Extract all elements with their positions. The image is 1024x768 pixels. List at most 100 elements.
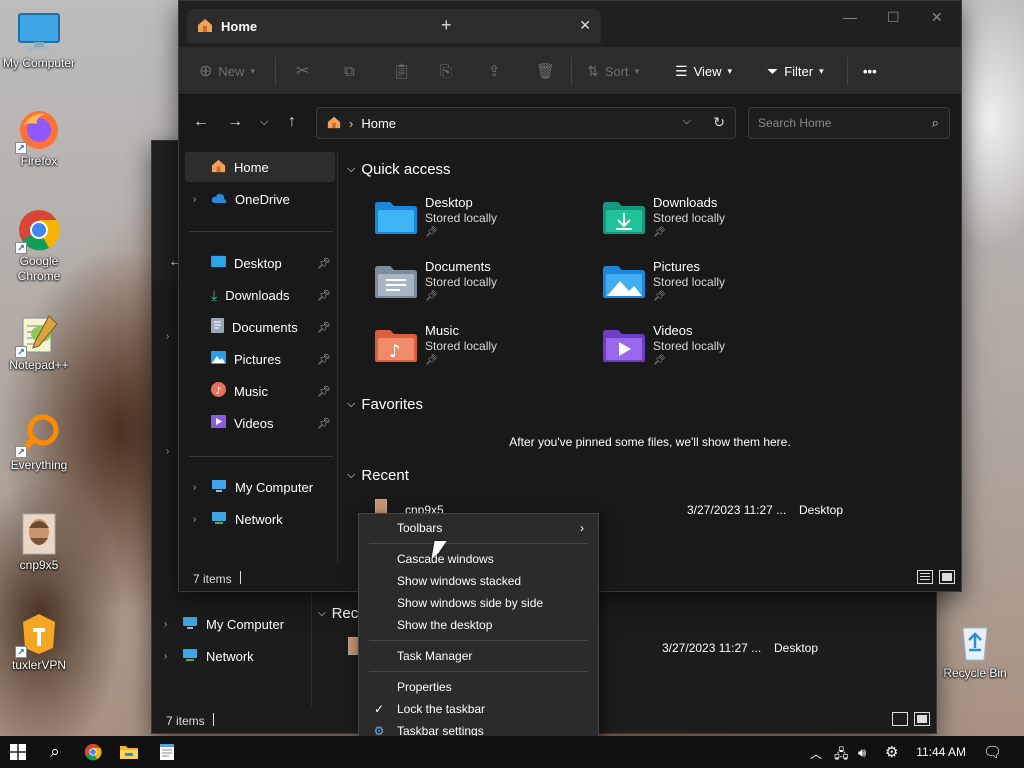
section-recent[interactable]: ⌵ Recent	[347, 467, 409, 484]
search-icon[interactable]: ⌕	[932, 115, 939, 131]
section-favorites[interactable]: ⌵ Favorites	[347, 396, 423, 413]
details-view-icon[interactable]	[892, 712, 908, 726]
desktop-icon-notepadpp[interactable]: ↗ Notepad++	[0, 312, 78, 373]
chevron-right-icon[interactable]: ›	[166, 331, 169, 342]
taskbar-notepad[interactable]	[149, 736, 185, 768]
chevron-down-icon[interactable]: ⌵	[683, 115, 691, 128]
taskbar-clock[interactable]: 11:44 AM	[916, 745, 966, 759]
up-arrow-icon[interactable]: ↑	[288, 113, 296, 131]
sidebar-item-label: Desktop	[234, 255, 282, 271]
menu-item-toolbars[interactable]: Toolbars ›	[359, 517, 598, 539]
quick-access-music[interactable]: ♪ Music Stored locally 📌︎	[375, 323, 595, 379]
sidebar-item-downloads[interactable]: ⤓ Downloads 📌︎	[185, 280, 335, 310]
cut-button[interactable]: ✂	[296, 59, 309, 83]
explorer-window[interactable]: Home ✕ + — ☐ ✕ ⊕ New ▾ ✂ ⧉ 📋︎ ⎘ ⇪ 🗑︎ ⇅ S…	[178, 0, 962, 592]
menu-item-show-windows-side-by-side[interactable]: Show windows side by side	[359, 592, 598, 614]
menu-item-cascade-windows[interactable]: Cascade windows	[359, 548, 598, 570]
chevron-right-icon[interactable]: ›	[166, 446, 169, 457]
details-view-icon[interactable]	[917, 570, 933, 584]
item-subtitle: Stored locally	[425, 211, 498, 225]
view-list-icon: ☰	[675, 62, 688, 79]
taskbar-file-explorer[interactable]	[111, 736, 147, 768]
chevron-right-icon: ›	[164, 618, 168, 630]
sidebar-item-network[interactable]: › Network	[185, 504, 335, 534]
sidebar-item-home[interactable]: Home	[185, 152, 335, 182]
rename-button[interactable]: ⎘	[440, 59, 452, 83]
sidebar-item-pictures[interactable]: Pictures 📌︎	[185, 344, 335, 374]
tab-home[interactable]: Home ✕	[187, 9, 601, 43]
pin-icon[interactable]: 📌︎	[317, 289, 331, 302]
pin-icon[interactable]: 📌︎	[317, 417, 331, 430]
share-button[interactable]: ⇪	[488, 59, 501, 83]
new-tab-icon[interactable]: +	[441, 15, 452, 36]
quick-access-downloads[interactable]: Downloads Stored locally 📌︎	[603, 195, 823, 251]
refresh-icon[interactable]: ↻	[713, 114, 725, 131]
back-sidebar-item-network[interactable]: › Network	[156, 641, 306, 671]
desktop-icon-everything[interactable]: ↗ Everything	[0, 412, 78, 473]
title-bar[interactable]: Home ✕ + — ☐ ✕	[179, 1, 961, 47]
filter-button[interactable]: ⏷ Filter ▾	[767, 59, 824, 83]
sidebar-item-my-computer[interactable]: › My Computer	[185, 472, 335, 502]
chevron-down-icon: ⌵	[347, 398, 356, 410]
taskbar[interactable]: ⌕ ︿ 🖧︎ 🔊︎ ⚙ 11:44 AM 🗨︎	[0, 736, 1024, 768]
desktop-icon-label: Everything	[10, 458, 68, 472]
maximize-icon[interactable]: ☐	[887, 9, 900, 26]
sidebar-item-documents[interactable]: Documents 📌︎	[185, 312, 335, 342]
new-button[interactable]: ⊕ New ▾	[199, 59, 255, 83]
network-icon[interactable]: 🖧︎	[834, 745, 849, 767]
copy-button[interactable]: ⧉	[344, 59, 355, 83]
sidebar-item-onedrive[interactable]: › OneDrive	[185, 184, 335, 214]
view-button[interactable]: ☰ View ▾	[675, 59, 732, 83]
close-window-icon[interactable]: ✕	[931, 9, 943, 26]
sort-button-label: Sort	[604, 63, 629, 79]
tiles-view-icon[interactable]	[914, 712, 930, 726]
notification-icon[interactable]: 🗨︎	[983, 743, 1002, 761]
search-button[interactable]: ⌕	[37, 736, 73, 768]
sort-button[interactable]: ⇅ Sort ▾	[587, 59, 639, 83]
section-quick-access[interactable]: ⌵ Quick access	[347, 161, 451, 178]
paste-button[interactable]: 📋︎	[392, 59, 411, 83]
back-arrow-icon[interactable]: ←	[193, 113, 209, 131]
more-options-button[interactable]: •••	[863, 59, 877, 83]
tiles-view-icon[interactable]	[939, 570, 955, 584]
back-section-recent[interactable]: ⌵ Rec	[318, 605, 358, 622]
item-subtitle: Stored locally	[425, 275, 498, 289]
volume-icon[interactable]: 🔊︎	[858, 745, 866, 761]
desktop-icon-recycle-bin[interactable]: Recycle Bin	[936, 620, 1014, 681]
desktop-icon-firefox[interactable]: ↗ Firefox	[0, 108, 78, 169]
pin-icon[interactable]: 📌︎	[317, 321, 331, 334]
back-sidebar-item-my-computer[interactable]: › My Computer	[156, 609, 306, 639]
quick-access-pictures[interactable]: Pictures Stored locally 📌︎	[603, 259, 823, 315]
sidebar-item-desktop[interactable]: Desktop 📌︎	[185, 248, 335, 278]
sidebar-item-videos[interactable]: Videos 📌︎	[185, 408, 335, 438]
taskbar-chrome[interactable]	[75, 736, 111, 768]
desktop-icon-cnp9x5[interactable]: cnp9x5	[0, 512, 78, 573]
quick-access-desktop[interactable]: Desktop Stored locally 📌︎	[375, 195, 595, 251]
menu-item-properties[interactable]: Properties	[359, 676, 598, 698]
forward-arrow-icon[interactable]: →	[227, 113, 243, 131]
pane-splitter[interactable]	[337, 151, 338, 565]
desktop-icon-chrome[interactable]: ↗ Google Chrome	[0, 208, 78, 284]
menu-item-lock-the-taskbar[interactable]: ✓ Lock the taskbar	[359, 698, 598, 720]
menu-item-task-manager[interactable]: Task Manager	[359, 645, 598, 667]
menu-item-show-windows-stacked[interactable]: Show windows stacked	[359, 570, 598, 592]
menu-item-show-the-desktop[interactable]: Show the desktop	[359, 614, 598, 636]
close-tab-icon[interactable]: ✕	[579, 17, 591, 34]
pin-icon[interactable]: 📌︎	[317, 385, 331, 398]
pin-icon[interactable]: 📌︎	[317, 353, 331, 366]
search-input[interactable]: Search Home ⌕	[748, 107, 950, 139]
desktop-icon-tuxlervpn[interactable]: ↗ tuxlerVPN	[0, 612, 78, 673]
chevron-up-icon[interactable]: ︿	[810, 745, 822, 762]
item-name: Documents	[425, 259, 491, 274]
quick-access-documents[interactable]: Documents Stored locally 📌︎	[375, 259, 595, 315]
delete-button[interactable]: 🗑︎	[536, 59, 555, 83]
desktop-icon-my-computer[interactable]: My Computer	[0, 10, 78, 71]
start-button[interactable]	[0, 736, 36, 768]
sidebar-item-music[interactable]: ♪ Music 📌︎	[185, 376, 335, 406]
quick-access-videos[interactable]: Videos Stored locally 📌︎	[603, 323, 823, 379]
recent-locations-chevron-icon[interactable]: ⌵	[260, 116, 268, 129]
address-bar[interactable]: › Home ⌵ ↻	[316, 107, 736, 139]
gear-icon[interactable]: ⚙	[885, 743, 898, 761]
minimize-icon[interactable]: —	[843, 9, 857, 25]
pin-icon[interactable]: 📌︎	[317, 257, 331, 270]
